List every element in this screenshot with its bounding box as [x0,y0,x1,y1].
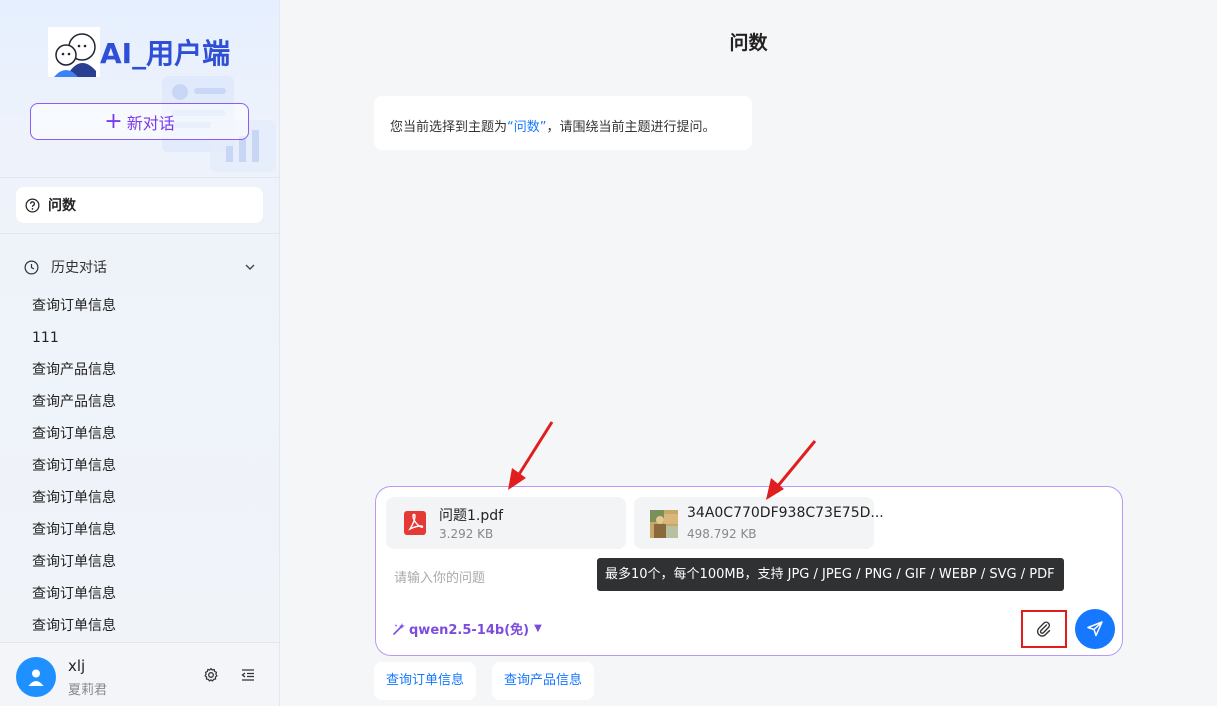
attachment-name: 问题1.pdf [439,508,504,524]
message-prefix: 您当前选择到主题为 [390,120,508,135]
history-item[interactable]: 查询订单信息 [32,418,262,450]
question-input[interactable] [384,565,584,591]
app-logo: AI_用户端 [48,27,230,77]
page-title: 问数 [729,32,768,54]
history-item[interactable]: 查询订单信息 [32,578,262,610]
caret-down-icon: ▼ [534,623,542,634]
logo-mascot-icon [48,27,100,77]
annotation-arrow [516,421,554,477]
history-list: 查询订单信息 111 查询产品信息 查询产品信息 查询订单信息 查询订单信息 查询订单信息查… [32,290,262,642]
paperclip-icon [1036,621,1051,637]
send-button[interactable] [1075,609,1115,649]
image-thumbnail [650,510,678,538]
history-item[interactable]: 查询订单信息 [32,514,262,546]
model-selector[interactable]: qwen2.5-14b(免) ▼ [392,619,542,638]
attachment-size: 3.292 KB [439,527,494,541]
pdf-icon [404,511,426,535]
history-item[interactable]: 查询订单信息 [32,290,262,322]
history-item[interactable]: 查询产品信息 [32,386,262,418]
history-title: 历史对话 [51,260,107,276]
gear-icon [204,667,218,682]
topic-label: 问数 [48,198,76,214]
sidebar: AI_用户端 + 新对话 问数 历史对话 查询订单信息 111 查询产品信息 查询产品… [0,0,280,706]
user-display-name: 夏莉君 [68,683,108,698]
divider [0,177,279,178]
model-label: qwen2.5-14b(免) [409,623,530,638]
attachment-card[interactable]: 34A0C770DF938C73E75D... 498.792 KB [634,497,884,549]
suggestion-chip[interactable]: 查询产品信息 [492,662,595,700]
assistant-message: 您当前选择到主题为“问数”，请围绕当前主题进行提问。 [374,96,752,150]
history-item[interactable]: 查询订单信息 [32,610,262,642]
history-item[interactable]: 111 [32,322,262,354]
chevron-down-icon [245,264,255,270]
suggestion-chip[interactable]: 查询订单信息 [374,662,477,700]
attach-file-button[interactable] [1021,610,1067,648]
settings-button[interactable] [201,665,221,685]
divider [0,233,279,234]
user-icon [28,669,44,686]
history-item[interactable]: 查询产品信息 [32,354,262,386]
history-toggle[interactable]: 历史对话 [24,256,256,278]
clock-icon [24,260,39,274]
new-chat-label: 新对话 [126,113,175,133]
upload-tooltip: 最多10个，每个100MB，支持 JPG / JPEG / PNG / GIF … [597,558,1064,591]
history-item[interactable]: 查询订单信息 [32,450,262,482]
send-icon [1087,621,1103,637]
new-chat-button[interactable]: + 新对话 [30,103,249,140]
attachment-name: 34A0C770DF938C73E75D... [687,505,884,521]
history-item[interactable]: 查询订单信息 [32,546,262,578]
annotation-arrow [775,440,817,488]
collapse-sidebar-button[interactable] [238,665,258,685]
message-topic: “问数” [507,120,547,135]
topic-item-wenshu[interactable]: 问数 [16,187,263,223]
question-circle-icon [25,198,40,212]
attachment-size: 498.792 KB [687,527,757,541]
logo-text: AI_用户端 [100,37,231,70]
user-bar: xlj 夏莉君 [0,642,279,706]
user-name: xlj [68,657,86,675]
menu-fold-icon [241,669,254,681]
plus-icon: + [104,108,123,134]
attachment-card[interactable]: 问题1.pdf 3.292 KB [386,497,626,549]
sparkle-icon [393,622,405,635]
avatar[interactable] [16,657,56,697]
history-item[interactable]: 查询订单信息 [32,482,262,514]
message-suffix: ，请围绕当前主题进行提问。 [546,120,716,135]
